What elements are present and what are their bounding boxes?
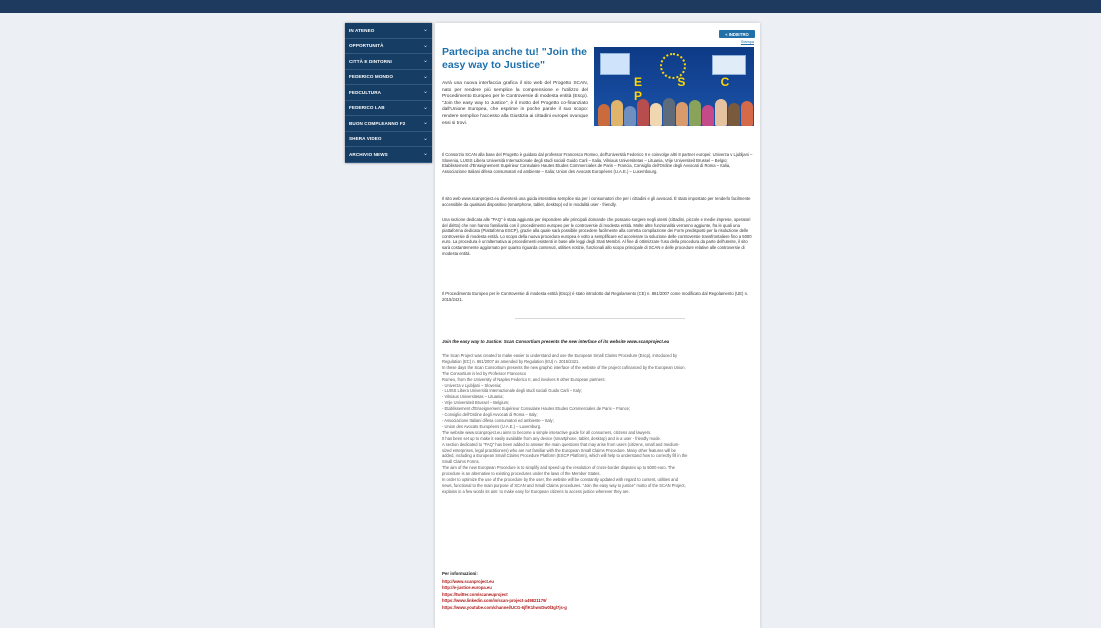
menu-item-label: FEDERICO MONDO (349, 74, 394, 80)
article-title: Partecipa anche tu! "Join the easy way t… (442, 46, 588, 71)
menu-item-buon-compleanno[interactable]: BUON COMPLEANNO F2 ⌄ (345, 116, 432, 132)
text-line: explains in a few words its aim: to make… (442, 488, 630, 494)
menu-item-federico-lab[interactable]: FEDERICO LAB ⌄ (345, 101, 432, 116)
menu-item-archivio-news[interactable]: ARCHIVIO NEWS ⌄ (345, 147, 432, 163)
menu-item-label: CITTÀ E DINTORNI (349, 58, 392, 64)
english-section-title: Join the easy way to Justice: Scan Conso… (442, 339, 670, 344)
menu-item-label: IN ATENEO (349, 27, 375, 33)
print-link[interactable]: Stampa (741, 40, 754, 44)
menu-item-label: FEDCULTURA (349, 89, 382, 95)
article-panel: « INDIETRO Stampa Partecipa anche tu! "J… (435, 23, 760, 628)
menu-item-label: OPPORTUNITÀ (349, 43, 384, 49)
info-title: Per informazioni: (442, 571, 478, 576)
back-button[interactable]: « INDIETRO (719, 30, 755, 38)
top-bar (0, 0, 1101, 13)
chevron-down-icon: ⌄ (422, 151, 428, 158)
chevron-down-icon: ⌄ (422, 58, 428, 65)
menu-item-federico-mondo[interactable]: FEDERICO MONDO ⌄ (345, 70, 432, 85)
chevron-down-icon: ⌄ (422, 135, 428, 142)
divider (515, 318, 685, 319)
link-youtube[interactable]: https://www.youtube.com/channel/UCG-6jfl… (442, 605, 567, 611)
menu-item-label: FEDERICO LAB (349, 105, 385, 111)
menu-item-fedcultura[interactable]: FEDCULTURA ⌄ (345, 85, 432, 101)
chevron-down-icon: ⌄ (422, 89, 428, 96)
menu-item-citta[interactable]: CITTÀ E DINTORNI ⌄ (345, 54, 432, 70)
people-graphic (594, 96, 754, 126)
article-paragraph: Il Consorzio SCAN alla base del Progetto… (442, 152, 753, 174)
menu-item-shera-video[interactable]: SHERA VIDEO ⌄ (345, 132, 432, 147)
menu-item-label: SHERA VIDEO (349, 136, 382, 142)
article-paragraph: Il sito web www.scanproject.eu diventerà… (442, 196, 751, 207)
chevron-down-icon: ⌄ (422, 42, 428, 49)
menu-item-label: ARCHIVIO NEWS (349, 151, 388, 157)
screen-graphic (712, 55, 746, 75)
article-paragraph: Il Procedimento Europeo per le Controver… (442, 291, 749, 302)
chevron-down-icon: ⌄ (422, 27, 428, 34)
menu-item-label: BUON COMPLEANNO F2 (349, 120, 406, 126)
menu-item-in-ateneo[interactable]: IN ATENEO ⌄ (345, 23, 432, 39)
chevron-down-icon: ⌄ (422, 104, 428, 111)
info-links: http://www.scanproject.eu http://e-justi… (442, 579, 567, 611)
sidebar-menu: IN ATENEO ⌄ OPPORTUNITÀ ⌄ CITTÀ E DINTORNI… (345, 23, 432, 163)
chevron-down-icon: ⌄ (422, 73, 428, 80)
article-intro: Avrà una nuova interfaccia grafica il si… (442, 81, 588, 126)
english-text: The Scan Project was created to make eas… (442, 353, 754, 495)
article-paragraph: Una sezione dedicata alle "FAQ" è stata … (442, 217, 752, 256)
screen-graphic (600, 53, 630, 75)
menu-item-opportunita[interactable]: OPPORTUNITÀ ⌄ (345, 39, 432, 54)
chevron-down-icon: ⌄ (422, 120, 428, 127)
hero-image: E S C P (594, 47, 754, 126)
